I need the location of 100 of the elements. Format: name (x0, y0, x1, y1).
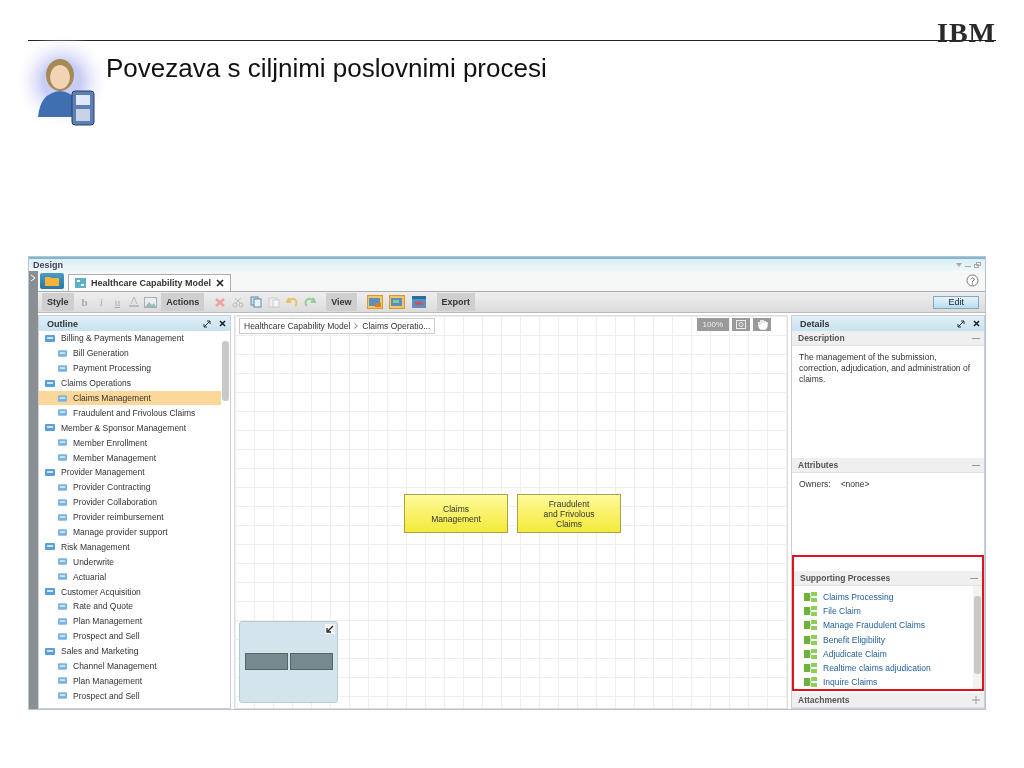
outline-item[interactable]: Member Management (39, 450, 221, 465)
process-icon (804, 648, 817, 659)
outline-item[interactable]: Plan Management (39, 673, 221, 689)
process-icon (804, 592, 817, 603)
model-tab[interactable]: Healthcare Capability Model (68, 274, 232, 291)
panel-title: Outline (47, 318, 79, 329)
cut-icon[interactable] (232, 296, 245, 308)
folder-node-icon (45, 647, 55, 655)
outline-item[interactable]: Manage provider support (39, 524, 221, 540)
outline-item[interactable]: Rate and Quote (39, 599, 221, 614)
outline-item[interactable]: Member Enrollment (39, 435, 221, 451)
folder-node-icon (58, 662, 67, 670)
process-link[interactable]: Realtime claims adjudication (804, 660, 973, 676)
fit-icon[interactable] (732, 318, 750, 331)
process-node[interactable]: Claims Management (404, 494, 508, 533)
folder-node-icon (45, 588, 55, 596)
process-link[interactable]: Inquire Claims (804, 675, 973, 690)
folder-node-icon (58, 617, 67, 625)
description-text: The management of the submission, correction, adjudication, and administration of claims. (799, 352, 971, 384)
close-icon[interactable] (216, 279, 225, 287)
process-node[interactable]: Fraudulent and Frivolous Claims (517, 494, 621, 533)
close-icon[interactable] (973, 320, 980, 327)
panel-title: Details (800, 318, 831, 329)
paste-icon[interactable] (268, 296, 281, 308)
outline-item[interactable]: Provider reimbursement (39, 509, 221, 525)
scrollbar[interactable] (973, 586, 982, 690)
folder-button[interactable] (40, 273, 64, 289)
toolbar-group-label[interactable]: View (326, 293, 357, 311)
process-link[interactable]: Adjudicate Claim (804, 646, 973, 661)
process-icon (804, 663, 817, 674)
outline-item[interactable]: Provider Contracting (39, 479, 221, 495)
outline-item[interactable]: Fraudulent and Frivolous Claims (39, 405, 221, 421)
outline-item[interactable]: Channel Management (39, 658, 221, 674)
maximize-icon[interactable] (957, 319, 965, 328)
folder-node-icon (58, 409, 67, 417)
folder-node-icon (58, 439, 67, 447)
outline-item[interactable]: Actuarial (39, 569, 221, 585)
image-icon[interactable] (144, 296, 158, 308)
model-icon (75, 278, 86, 288)
expand-icon[interactable] (972, 696, 980, 704)
collapse-icon[interactable] (972, 336, 980, 340)
toolbar-group-label[interactable]: Actions (161, 293, 205, 311)
folder-node-icon (58, 677, 67, 685)
slide-title: Povezava s ciljnimi poslovnimi procesi (106, 53, 547, 84)
folder-node-icon (45, 468, 55, 476)
breadcrumb-item[interactable]: Claims Operatio... (362, 321, 431, 331)
breadcrumb-item[interactable]: Healthcare Capability Model (244, 321, 351, 331)
minimap[interactable] (239, 621, 338, 703)
outline-item[interactable]: Bill Generation (39, 345, 221, 361)
process-link[interactable]: Claims Processing (804, 590, 973, 605)
process-icon (804, 634, 817, 645)
outline-item[interactable]: Provider Management (39, 465, 221, 480)
outline-item[interactable]: Claims Operations (39, 375, 221, 391)
redo-icon[interactable] (304, 296, 317, 308)
process-link[interactable]: Benefit Eligibility (804, 632, 973, 647)
restore-icon[interactable] (974, 262, 981, 268)
dropdown-icon[interactable] (956, 262, 962, 268)
outline-item[interactable]: Customer Acquisition (39, 584, 221, 600)
folder-node-icon (58, 349, 67, 357)
outline-item[interactable]: Provider Collaboration (39, 494, 221, 510)
outline-item[interactable]: Prospect and Sell (39, 628, 221, 644)
diagram-canvas[interactable]: Healthcare Capability Model Claims Operatio... 100% Claims Management Fraudulent and Frivolous Claims (234, 315, 788, 709)
folder-node-icon (58, 513, 67, 521)
folder-node-icon (45, 379, 55, 387)
collapse-icon[interactable] (970, 576, 978, 580)
outline-item[interactable]: Claims Management (39, 390, 221, 406)
collapse-icon[interactable] (972, 463, 980, 467)
process-link[interactable]: Manage Fraudulent Claims (804, 618, 973, 633)
folder-node-icon (58, 498, 67, 506)
maximize-icon[interactable] (203, 319, 211, 328)
outline-item[interactable]: Risk Management (39, 539, 221, 555)
folder-icon (45, 276, 59, 286)
undo-icon[interactable] (286, 296, 299, 308)
table-view-icon[interactable] (366, 295, 383, 309)
outline-item[interactable]: Billing & Payments Management (39, 331, 221, 346)
outline-item[interactable]: Sales and Marketing (39, 643, 221, 659)
text-color-icon[interactable] (128, 296, 141, 308)
folder-node-icon (58, 573, 67, 581)
window-view-icon[interactable] (410, 295, 427, 309)
outline-item[interactable]: Plan Management (39, 613, 221, 629)
folder-node-icon (58, 528, 67, 536)
folder-node-icon (58, 632, 67, 640)
outline-item[interactable]: Payment Processing (39, 360, 221, 376)
collapse-arrow-icon[interactable] (325, 624, 335, 634)
minimap-node (245, 653, 288, 670)
diagram-view-icon[interactable] (388, 295, 405, 309)
toolbar-group-label[interactable]: Export (436, 293, 476, 311)
edit-button[interactable]: Edit (933, 295, 979, 309)
process-icon (804, 606, 817, 617)
help-icon[interactable] (966, 274, 979, 287)
process-link[interactable]: File Claim (804, 604, 973, 619)
delete-icon[interactable] (214, 296, 227, 308)
outline-item[interactable]: Member & Sponsor Management (39, 420, 221, 436)
folder-node-icon (58, 364, 67, 372)
close-icon[interactable] (219, 320, 226, 327)
hand-icon[interactable] (753, 318, 771, 331)
outline-item[interactable]: Underwrite (39, 554, 221, 570)
toolbar-group-label[interactable]: Style (42, 293, 74, 311)
copy-icon[interactable] (250, 296, 263, 308)
outline-item[interactable]: Prospect and Sell (39, 688, 221, 704)
